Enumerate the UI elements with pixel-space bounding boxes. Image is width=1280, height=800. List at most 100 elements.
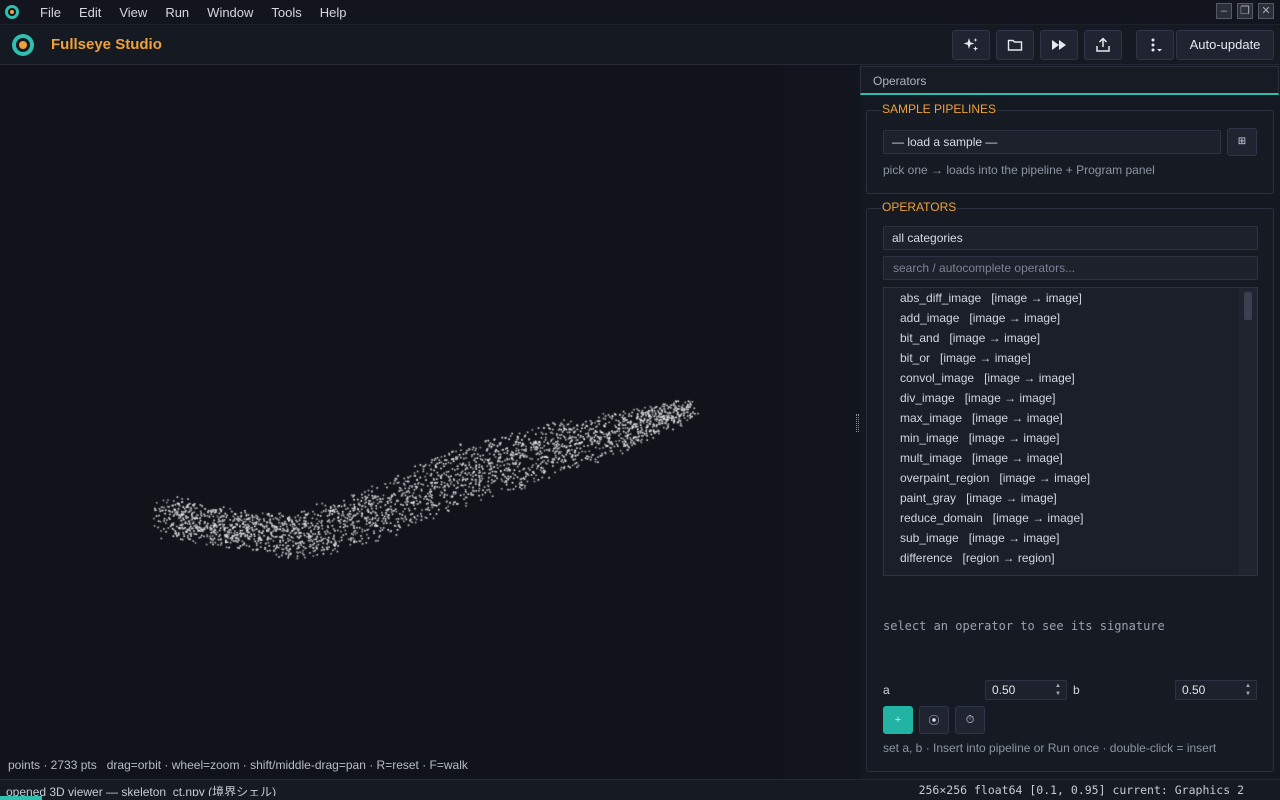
progress-fill — [0, 796, 43, 800]
menu-help[interactable]: Help — [311, 0, 356, 25]
operator-list[interactable]: abs_diff_image [image → image] add_image … — [883, 287, 1258, 576]
operator-list-item[interactable]: paint_gray [image → image] — [884, 488, 1257, 508]
scroll-thumb[interactable] — [1244, 292, 1252, 320]
grid-icon: ⊞ — [1237, 136, 1247, 147]
operator-signature-tag: [image → image] — [972, 411, 1063, 425]
more-options-button[interactable] — [1136, 30, 1174, 60]
operator-signature-tag: [image → image] — [969, 311, 1061, 325]
logo-icon — [12, 34, 34, 56]
operator-footer-hint: set a, b · Insert into pipeline or Run o… — [883, 741, 1217, 755]
insert-button[interactable]: + — [883, 706, 913, 734]
sample-hint: pick one → loads into the pipeline + Pro… — [883, 163, 1155, 177]
operator-list-item[interactable]: max_image [image → image] — [884, 408, 1257, 428]
operator-signature-tag: [image → image] — [964, 391, 1056, 405]
operator-list-item[interactable]: sub_image [image → image] — [884, 528, 1257, 548]
operator-list-scrollbar[interactable] — [1239, 288, 1257, 575]
export-icon — [1096, 37, 1110, 52]
operator-name: add_image — [900, 311, 960, 325]
operator-name: min_image — [900, 431, 959, 445]
tab-operators[interactable]: Operators — [860, 66, 1279, 95]
operator-name: overpaint_region — [900, 471, 990, 485]
operator-name: sub_image — [900, 531, 959, 545]
menu-bar: File Edit View Run Window Tools Help – ❐… — [0, 0, 1280, 25]
sparkle-icon — [963, 38, 979, 52]
operator-list-item[interactable]: overpaint_region [image → image] — [884, 468, 1257, 488]
operator-name: bit_or — [900, 351, 931, 365]
operator-signature-tag: [image → image] — [984, 371, 1075, 385]
operator-signature-tag: [image → image] — [999, 471, 1091, 485]
spin-down-icon[interactable]: ▼ — [1055, 691, 1063, 697]
operator-signature-tag: [image → image] — [972, 451, 1063, 465]
param-a-spinbox[interactable]: 0.50 ▲ ▼ — [985, 680, 1067, 700]
operator-signature-tag: [image → image] — [991, 291, 1082, 305]
timer-button[interactable]: ⏱ — [955, 706, 985, 734]
operator-name: div_image — [900, 391, 955, 405]
operator-name: mult_image — [900, 451, 963, 465]
operator-list-item[interactable]: convol_image [image → image] — [884, 368, 1257, 388]
operator-list-item[interactable]: difference [region → region] — [884, 548, 1257, 568]
operator-signature-tag: [image → image] — [966, 491, 1057, 505]
menu-view[interactable]: View — [110, 0, 156, 25]
ai-assist-button[interactable] — [952, 30, 990, 60]
operator-name: convol_image — [900, 371, 975, 385]
spin-up-icon[interactable]: ▲ — [1245, 683, 1253, 689]
operator-name: abs_diff_image — [900, 291, 982, 305]
operator-signature-tag: [image → image] — [968, 431, 1060, 445]
operator-list-item[interactable]: mult_image [image → image] — [884, 448, 1257, 468]
operator-list-item[interactable]: div_image [image → image] — [884, 388, 1257, 408]
operator-name: difference — [900, 551, 953, 565]
status-image-info: 256×256 float64 [0.1, 0.95] current: Gra… — [918, 783, 1244, 797]
menu-tools[interactable]: Tools — [262, 0, 310, 25]
operator-list-item[interactable]: bit_or [image → image] — [884, 348, 1257, 368]
toolbar: Fullseye Studio Auto-update — [0, 25, 1280, 65]
param-a-label: a — [883, 683, 890, 697]
menu-file[interactable]: File — [31, 0, 70, 25]
3d-viewport[interactable] — [0, 66, 783, 779]
run-all-button[interactable] — [1040, 30, 1078, 60]
spin-up-icon[interactable]: ▲ — [1055, 683, 1063, 689]
operator-name: max_image — [900, 411, 963, 425]
close-button[interactable]: ✕ — [1258, 3, 1274, 19]
menu-run[interactable]: Run — [156, 0, 198, 25]
operator-signature: select an operator to see its signature — [883, 619, 1165, 633]
param-b-spinbox[interactable]: 0.50 ▲ ▼ — [1175, 680, 1257, 700]
splitter-handle[interactable] — [856, 414, 859, 432]
operator-name: paint_gray — [900, 491, 957, 505]
operator-signature-tag: [image → image] — [992, 511, 1084, 525]
folder-icon — [1007, 39, 1023, 51]
operator-name: reduce_domain — [900, 511, 983, 525]
operator-signature-tag: [image → image] — [940, 351, 1031, 365]
open-folder-button[interactable] — [996, 30, 1034, 60]
operator-list-item[interactable]: abs_diff_image [image → image] — [884, 288, 1257, 308]
run-once-button[interactable]: ⦿ — [919, 706, 949, 734]
menu-window[interactable]: Window — [198, 0, 262, 25]
menu-edit[interactable]: Edit — [70, 0, 110, 25]
operator-list-item[interactable]: reduce_domain [image → image] — [884, 508, 1257, 528]
sample-pipelines-group: SAMPLE PIPELINES — load a sample — ⊞ pic… — [866, 102, 1274, 194]
operator-name: bit_and — [900, 331, 940, 345]
spin-down-icon[interactable]: ▼ — [1245, 691, 1253, 697]
restore-button[interactable]: ❐ — [1237, 3, 1253, 19]
operator-search-input[interactable]: search / autocomplete operators... — [883, 256, 1258, 280]
viewport-margin — [783, 66, 859, 779]
export-button[interactable] — [1084, 30, 1122, 60]
timer-icon: ⏱ — [965, 713, 975, 726]
target-icon: ⦿ — [928, 715, 940, 727]
more-vertical-icon — [1151, 38, 1162, 52]
operator-list-item[interactable]: add_image [image → image] — [884, 308, 1257, 328]
param-a-value: 0.50 — [992, 683, 1016, 697]
minimize-button[interactable]: – — [1216, 3, 1232, 19]
app-title: Fullseye Studio — [51, 36, 162, 53]
app-icon — [5, 5, 19, 19]
param-b-value: 0.50 — [1182, 683, 1206, 697]
operator-signature-tag: [image → image] — [949, 331, 1041, 345]
operator-list-item[interactable]: bit_and [image → image] — [884, 328, 1257, 348]
progress-bar — [0, 796, 1280, 800]
auto-update-button[interactable]: Auto-update — [1176, 30, 1274, 60]
load-sample-button[interactable]: ⊞ — [1227, 128, 1257, 156]
operator-list-item[interactable]: min_image [image → image] — [884, 428, 1257, 448]
sample-pipelines-title: SAMPLE PIPELINES — [881, 102, 998, 116]
sample-select[interactable]: — load a sample — — [883, 130, 1221, 154]
point-cloud-canvas[interactable] — [0, 66, 783, 779]
category-select[interactable]: all categories — [883, 226, 1258, 250]
